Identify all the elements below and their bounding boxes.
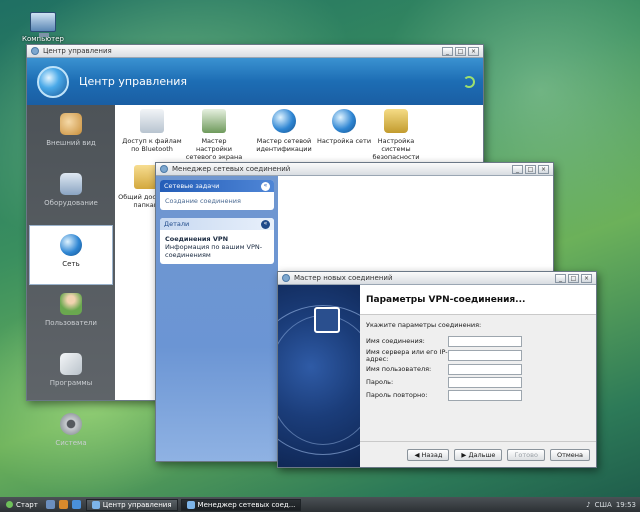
sidebar-item-appearance[interactable]: Внешний вид <box>29 105 113 165</box>
desktop-computer-icon[interactable]: Компьютер <box>20 12 66 43</box>
computer-icon <box>30 12 56 37</box>
window-app-icon <box>282 274 290 282</box>
wizard-footer: ◀ Назад ▶ Дальше Готово Отмена <box>360 441 596 467</box>
password-input[interactable] <box>448 377 522 388</box>
username-input[interactable] <box>448 364 522 375</box>
taskbar-item-network-manager[interactable]: Менеджер сетевых соед... <box>180 498 302 511</box>
next-arrow-icon: ▶ <box>461 450 469 459</box>
start-icon <box>6 501 13 508</box>
taskbar: Старт Центр управления Менеджер сетевых … <box>0 497 640 512</box>
cancel-button[interactable]: Отмена <box>549 448 590 461</box>
sidebar-item-network[interactable]: Сеть <box>29 225 113 285</box>
sidebar-item-hardware[interactable]: Оборудование <box>29 165 113 225</box>
field-label: Имя пользователя: <box>366 365 432 373</box>
sidebar-item-label: Внешний вид <box>46 139 96 147</box>
globe-icon <box>37 65 69 98</box>
network-id-icon <box>272 109 296 133</box>
details-text: Информация по вашим VPN-соединениям <box>165 243 263 259</box>
control-center-banner: Центр управления <box>27 58 483 105</box>
start-button[interactable]: Старт <box>0 498 44 511</box>
wizard-header: Параметры VPN-соединения... <box>360 285 596 315</box>
task-pane: Сетевые задачи « Создание соединения Дет… <box>156 176 278 461</box>
done-button[interactable]: Готово <box>507 448 545 461</box>
close-button[interactable]: × <box>538 164 549 174</box>
collapse-icon[interactable]: « <box>261 219 270 229</box>
sidebar-item-system[interactable]: Система <box>29 405 113 465</box>
show-desktop-icon[interactable] <box>45 500 55 509</box>
panel-header[interactable]: Детали « <box>160 218 274 230</box>
details-panel: Детали « Соединения VPN Информация по ва… <box>160 218 274 264</box>
hardware-icon <box>60 173 82 195</box>
network-tasks-panel: Сетевые задачи « Создание соединения <box>160 180 274 210</box>
mail-icon[interactable] <box>71 500 81 509</box>
minimize-button[interactable]: _ <box>512 164 523 174</box>
firewall-icon <box>202 109 226 133</box>
minimize-button[interactable]: _ <box>442 46 453 56</box>
window-title: Центр управления <box>43 47 112 55</box>
browser-icon[interactable] <box>58 500 68 509</box>
vpn-emblem-icon <box>314 307 340 333</box>
sidebar-item-users[interactable]: Пользователи <box>29 285 113 345</box>
bluetooth-icon <box>140 109 164 133</box>
connection-name-input[interactable] <box>448 336 522 347</box>
gears-icon <box>60 413 82 435</box>
item-bluetooth-file-access[interactable]: Доступ к файлам по Bluetooth <box>121 109 183 153</box>
refresh-icon[interactable] <box>463 75 475 88</box>
maximize-button[interactable]: □ <box>455 46 466 56</box>
palette-icon <box>60 113 82 135</box>
window-title: Менеджер сетевых соединений <box>172 165 291 173</box>
next-button[interactable]: ▶ Дальше <box>454 448 503 461</box>
form-intro: Укажите параметры соединения: <box>366 321 482 329</box>
window-app-icon <box>31 47 39 55</box>
collapse-icon[interactable]: « <box>261 181 270 191</box>
network-manager-titlebar[interactable]: Менеджер сетевых соединений _ □ × <box>156 163 553 176</box>
close-button[interactable]: × <box>581 273 592 283</box>
create-connection-link[interactable]: Создание соединения <box>165 197 241 205</box>
password-confirm-input[interactable] <box>448 390 522 401</box>
sidebar-item-software[interactable]: Программы <box>29 345 113 405</box>
new-connection-wizard: Мастер новых соединений _ □ × Параметры … <box>277 271 597 468</box>
keyboard-layout[interactable]: США <box>595 501 612 509</box>
back-arrow-icon: ◀ <box>414 450 422 459</box>
server-address-input[interactable] <box>448 350 522 361</box>
control-center-titlebar[interactable]: Центр управления _ □ × <box>27 45 483 58</box>
wizard-form: Укажите параметры соединения: Имя соедин… <box>360 315 596 441</box>
item-firewall-wizard[interactable]: Мастер настройки сетевого экрана <box>183 109 245 161</box>
sidebar-item-label: Система <box>55 439 87 447</box>
system-tray: ♪ США 19:53 <box>586 501 640 509</box>
globe-icon <box>60 234 82 256</box>
sidebar-item-label: Пользователи <box>45 319 97 327</box>
taskbar-item-control-center[interactable]: Центр управления <box>85 498 178 511</box>
lock-icon <box>384 109 408 133</box>
field-label: Имя сервера или его IP-адрес: <box>366 347 448 363</box>
volume-icon[interactable]: ♪ <box>586 501 590 509</box>
wizard-side-banner <box>278 285 360 467</box>
back-button[interactable]: ◀ Назад <box>407 448 450 461</box>
close-button[interactable]: × <box>468 46 479 56</box>
window-app-icon <box>160 165 168 173</box>
network-icon <box>186 500 195 509</box>
clock[interactable]: 19:53 <box>616 501 636 509</box>
panel-header[interactable]: Сетевые задачи « <box>160 180 274 192</box>
banner-title: Центр управления <box>79 75 188 88</box>
minimize-button[interactable]: _ <box>555 273 566 283</box>
globe-icon <box>91 500 100 509</box>
details-title: Соединения VPN <box>165 235 229 243</box>
wizard-titlebar[interactable]: Мастер новых соединений _ □ × <box>278 272 596 285</box>
sidebar-item-label: Сеть <box>62 260 80 268</box>
item-security-settings[interactable]: Настройка системы безопасности <box>365 109 427 161</box>
network-settings-icon <box>332 109 356 133</box>
sidebar-item-label: Оборудование <box>44 199 98 207</box>
field-label: Пароль повторно: <box>366 391 428 399</box>
category-sidebar: Внешний вид Оборудование Сеть Пользовате… <box>27 105 115 447</box>
field-label: Пароль: <box>366 378 394 386</box>
software-icon <box>60 353 82 375</box>
field-label: Имя соединения: <box>366 337 425 345</box>
maximize-button[interactable]: □ <box>525 164 536 174</box>
item-network-identification[interactable]: Мастер сетевой идентификации <box>253 109 315 153</box>
window-title: Мастер новых соединений <box>294 274 393 282</box>
users-icon <box>60 293 82 315</box>
maximize-button[interactable]: □ <box>568 273 579 283</box>
sidebar-item-label: Программы <box>49 379 93 387</box>
